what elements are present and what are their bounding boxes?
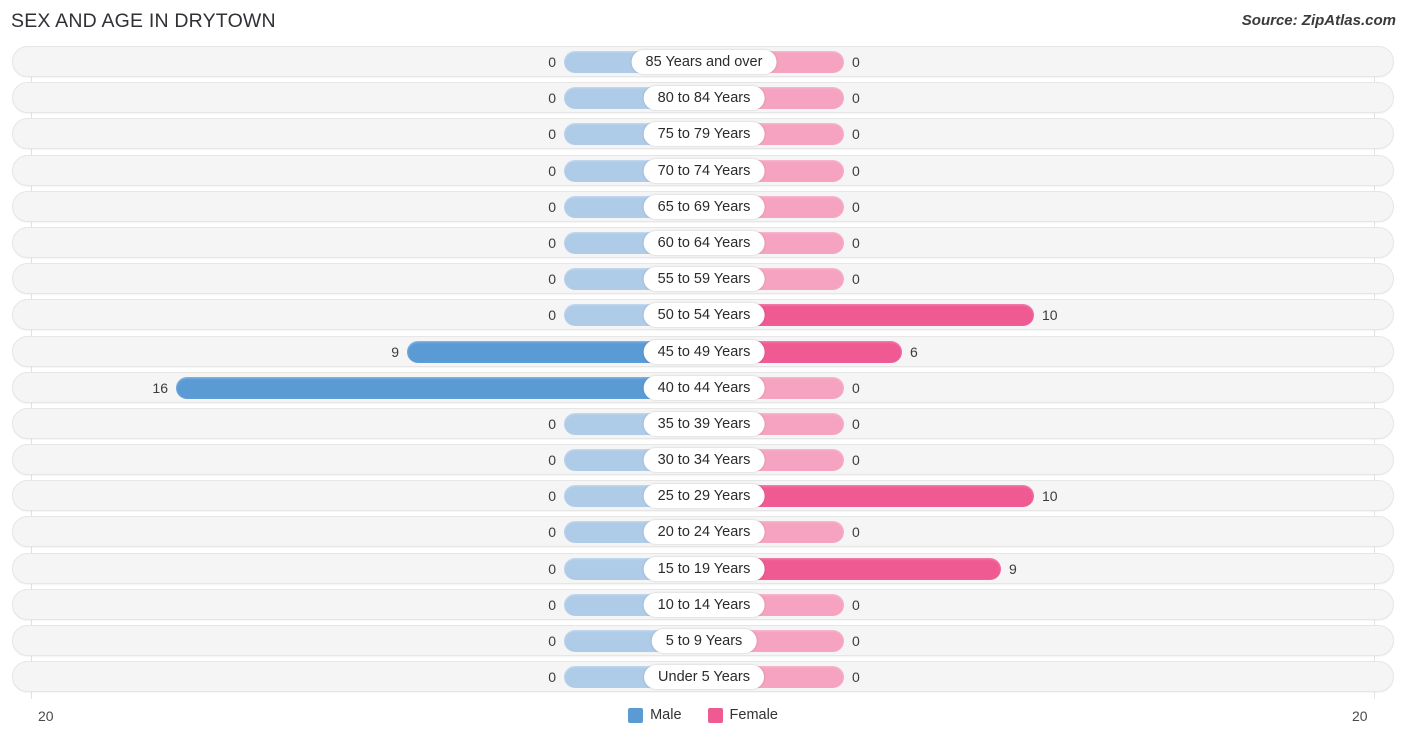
age-group-label: 85 Years and over (631, 50, 777, 74)
value-label-female: 0 (852, 596, 860, 613)
chart-row: 0 0 60 to 64 Years (12, 226, 1394, 258)
value-label-male: 0 (548, 234, 556, 251)
value-label-female: 0 (852, 162, 860, 179)
value-label-female: 0 (852, 198, 860, 215)
age-group-label: 80 to 84 Years (643, 86, 765, 111)
value-label-female: 0 (852, 234, 860, 251)
value-label-male: 0 (548, 524, 556, 541)
age-group-label: 45 to 49 Years (643, 339, 765, 364)
bar-male (176, 376, 704, 399)
age-group-label: 60 to 64 Years (643, 230, 765, 255)
legend-item[interactable]: Male (628, 707, 682, 723)
source-attribution: Source: ZipAtlas.com (1241, 12, 1396, 29)
age-group-label: Under 5 Years (644, 665, 764, 690)
chart-row: 0 0 30 to 34 Years (12, 444, 1394, 476)
age-group-label: 25 to 29 Years (643, 484, 765, 509)
chart-row: 0 0 55 to 59 Years (12, 263, 1394, 295)
chart-row: 0 0 10 to 14 Years (12, 588, 1394, 620)
value-label-female: 0 (852, 633, 860, 649)
population-pyramid-plot: 0 0 85 Years and over 0 0 80 to 84 Years 0 0 75 … (0, 46, 1406, 703)
chart-footer: 20 20 Male Female (0, 700, 1406, 741)
chart-row: 9 6 45 to 49 Years (12, 335, 1394, 367)
value-label-female: 10 (1042, 307, 1058, 324)
value-label-female: 0 (852, 524, 860, 541)
value-label-male: 0 (548, 596, 556, 613)
age-group-label: 55 to 59 Years (643, 267, 765, 292)
value-label-male: 0 (548, 198, 556, 215)
value-label-male: 0 (548, 560, 556, 577)
female-swatch-icon (707, 707, 723, 723)
value-label-female: 0 (852, 452, 860, 469)
value-label-female: 0 (852, 415, 860, 432)
value-label-male: 9 (391, 343, 399, 360)
value-label-male: 0 (548, 633, 556, 649)
value-label-female: 0 (852, 126, 860, 143)
value-label-male: 0 (548, 271, 556, 288)
chart-rows: 0 0 85 Years and over 0 0 80 to 84 Years 0 0 75 … (0, 46, 1406, 697)
age-group-label: 35 to 39 Years (643, 411, 765, 436)
value-label-male: 0 (548, 415, 556, 432)
age-group-label: 40 to 44 Years (643, 375, 765, 400)
chart-legend: Male Female (0, 707, 1406, 723)
chart-page: SEX AND AGE IN DRYTOWN Source: ZipAtlas.… (0, 0, 1406, 741)
chart-row: 0 10 50 to 54 Years (12, 299, 1394, 331)
value-label-female: 0 (852, 669, 860, 686)
value-label-female: 6 (910, 343, 918, 360)
age-group-label: 70 to 74 Years (643, 158, 765, 183)
value-label-male: 0 (548, 162, 556, 179)
legend-item[interactable]: Female (707, 707, 778, 723)
page-title: SEX AND AGE IN DRYTOWN (11, 10, 276, 32)
male-swatch-icon (628, 707, 644, 723)
legend-label: Female (729, 707, 778, 723)
legend-label: Male (650, 707, 682, 723)
chart-row: 0 0 Under 5 Years (12, 661, 1394, 693)
value-label-female: 10 (1042, 488, 1058, 505)
value-label-male: 0 (548, 126, 556, 143)
age-group-label: 20 to 24 Years (643, 520, 765, 545)
chart-row: 0 0 5 to 9 Years (12, 625, 1394, 656)
value-label-female: 0 (852, 271, 860, 288)
chart-row: 0 0 80 to 84 Years (12, 82, 1394, 114)
age-group-label: 30 to 34 Years (643, 448, 765, 473)
chart-row: 0 0 70 to 74 Years (12, 154, 1394, 186)
age-group-label: 50 to 54 Years (643, 303, 765, 328)
value-label-female: 9 (1009, 560, 1017, 577)
chart-row: 0 0 20 to 24 Years (12, 516, 1394, 548)
value-label-female: 0 (852, 54, 860, 70)
age-group-label: 10 to 14 Years (643, 592, 765, 617)
chart-row: 0 0 75 to 79 Years (12, 118, 1394, 150)
age-group-label: 75 to 79 Years (643, 122, 765, 147)
chart-row: 0 9 15 to 19 Years (12, 552, 1394, 584)
age-group-label: 65 to 69 Years (643, 194, 765, 219)
chart-row: 0 10 25 to 29 Years (12, 480, 1394, 512)
chart-row: 0 0 65 to 69 Years (12, 190, 1394, 222)
chart-row: 0 0 85 Years and over (12, 46, 1394, 77)
chart-row: 16 0 40 to 44 Years (12, 371, 1394, 403)
chart-header: SEX AND AGE IN DRYTOWN Source: ZipAtlas.… (0, 0, 1406, 46)
value-label-male: 0 (548, 488, 556, 505)
value-label-female: 0 (852, 90, 860, 107)
value-label-male: 0 (548, 452, 556, 469)
age-group-label: 15 to 19 Years (643, 556, 765, 581)
value-label-male: 0 (548, 54, 556, 70)
chart-row: 0 0 35 to 39 Years (12, 407, 1394, 439)
age-group-label: 5 to 9 Years (651, 629, 757, 653)
value-label-female: 0 (852, 379, 860, 396)
value-label-male: 16 (152, 379, 168, 396)
value-label-male: 0 (548, 90, 556, 107)
value-label-male: 0 (548, 307, 556, 324)
value-label-male: 0 (548, 669, 556, 686)
